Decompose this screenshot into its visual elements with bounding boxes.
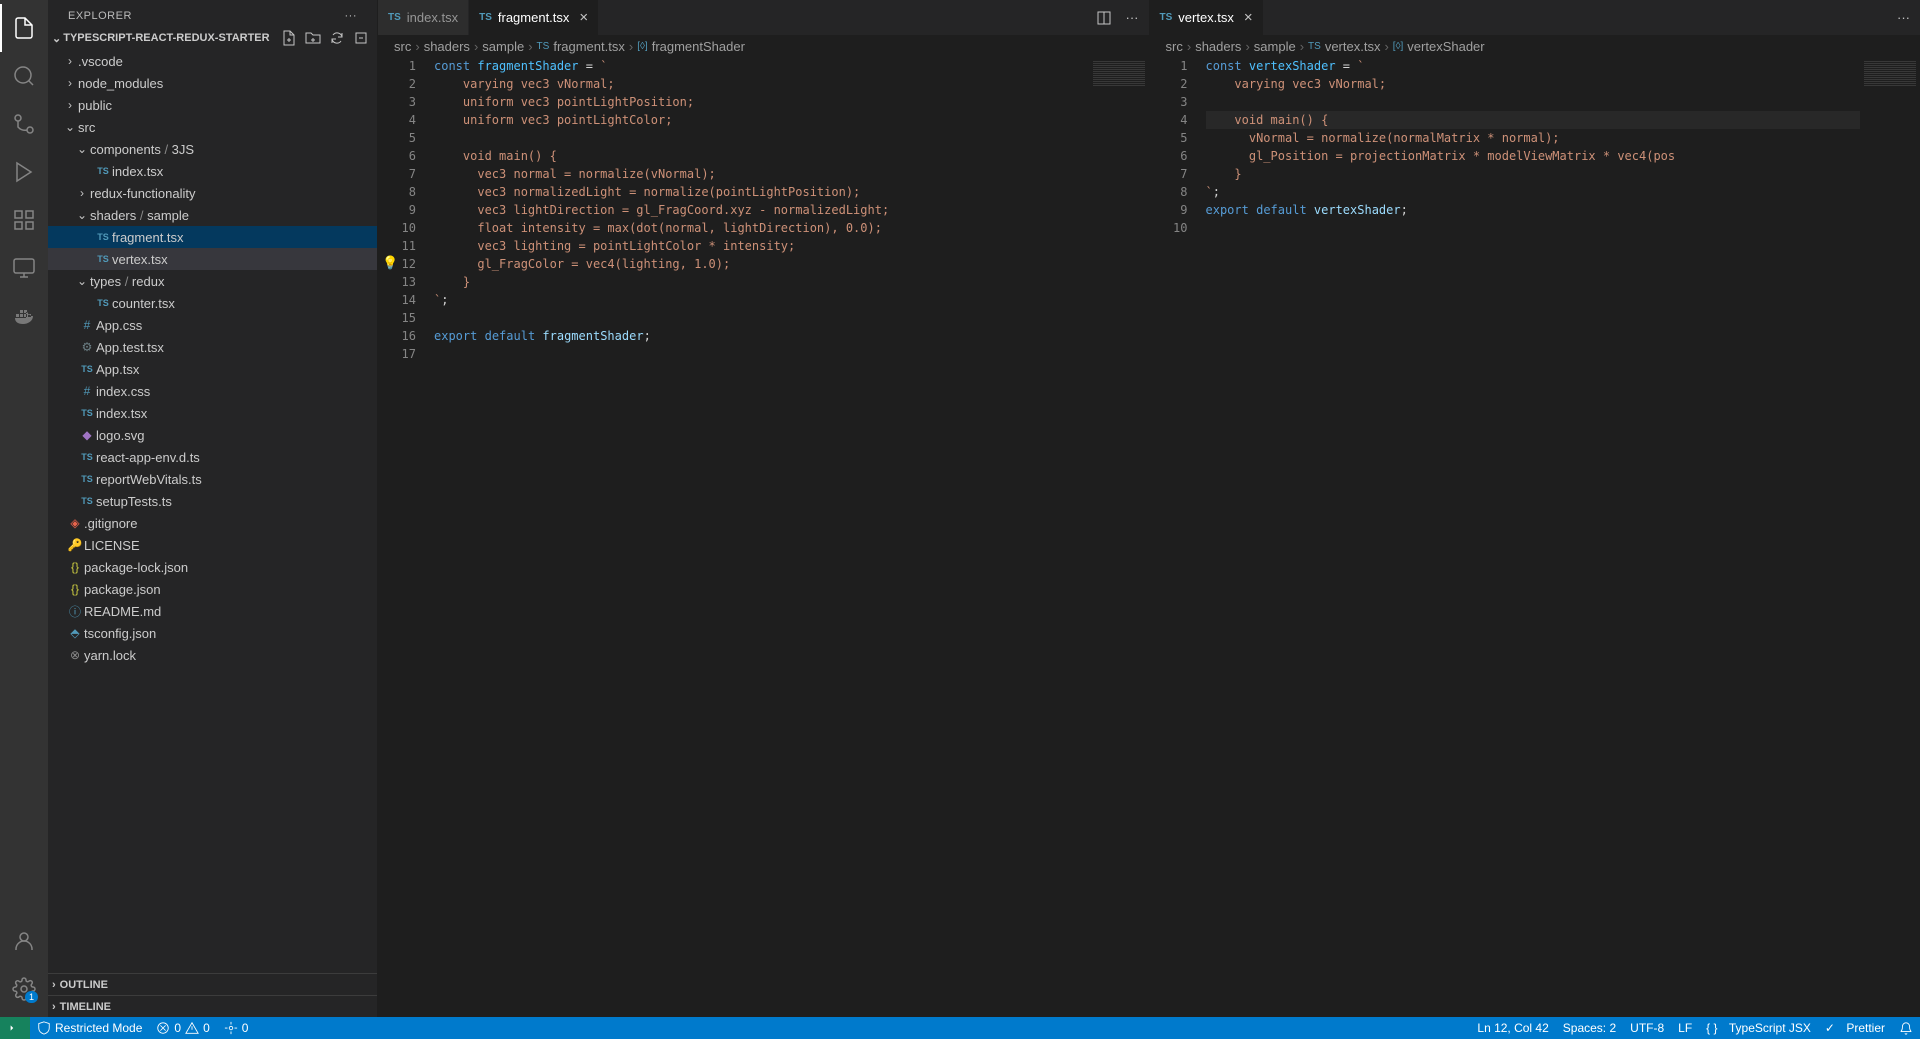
collapse-all-icon[interactable] (353, 30, 369, 46)
sidebar-title: EXPLORER (68, 10, 132, 22)
minimap[interactable] (1089, 57, 1149, 1017)
file-appcss[interactable]: #App.css (48, 314, 377, 336)
file-tree[interactable]: ›.vscode ›node_modules ›public ⌄src ⌄com… (48, 48, 377, 973)
file-setuptests[interactable]: TSsetupTests.ts (48, 490, 377, 512)
file-license[interactable]: 🔑LICENSE (48, 534, 377, 556)
outline-section[interactable]: ›OUTLINE (48, 973, 377, 995)
prettier[interactable]: ✓ Prettier (1818, 1017, 1892, 1039)
ts-icon: TS (388, 12, 401, 23)
file-pkglock[interactable]: {}package-lock.json (48, 556, 377, 578)
minimap[interactable] (1860, 57, 1920, 1017)
file-comp-index[interactable]: TSindex.tsx (48, 160, 377, 182)
more-icon[interactable]: ··· (1126, 10, 1139, 25)
folder-vscode[interactable]: ›.vscode (48, 50, 377, 72)
editor-group-right: TS vertex.tsx × ··· src› shaders› sample… (1150, 0, 1920, 1017)
restricted-mode[interactable]: Restricted Mode (30, 1017, 149, 1039)
file-logosvg[interactable]: ◆logo.svg (48, 424, 377, 446)
lightbulb-icon[interactable]: 💡 (382, 255, 398, 271)
remote-indicator[interactable] (0, 1017, 30, 1039)
sidebar-more-icon[interactable]: ··· (345, 10, 358, 22)
tabs-right: TS vertex.tsx × ··· (1150, 0, 1920, 35)
eol[interactable]: LF (1671, 1017, 1699, 1039)
run-debug-icon[interactable] (0, 148, 48, 196)
editor-group-left: TS index.tsx TS fragment.tsx × ··· src› … (378, 0, 1150, 1017)
split-editor-icon[interactable] (1096, 10, 1112, 26)
problems[interactable]: 0 0 (149, 1017, 216, 1039)
file-pkg[interactable]: {}package.json (48, 578, 377, 600)
folder-types[interactable]: ⌄types / redux (48, 270, 377, 292)
indentation[interactable]: Spaces: 2 (1556, 1017, 1623, 1039)
file-indexcss[interactable]: #index.css (48, 380, 377, 402)
language-mode[interactable]: { } TypeScript JSX (1699, 1017, 1818, 1039)
file-vertex[interactable]: TSvertex.tsx (48, 248, 377, 270)
more-icon[interactable]: ··· (1897, 10, 1910, 25)
tab-label: index.tsx (407, 10, 458, 25)
tab-label: vertex.tsx (1178, 10, 1234, 25)
breadcrumbs-right[interactable]: src› shaders› sample› TS vertex.tsx› [◊]… (1150, 35, 1920, 57)
folder-node-modules[interactable]: ›node_modules (48, 72, 377, 94)
file-yarn[interactable]: ⊗yarn.lock (48, 644, 377, 666)
new-folder-icon[interactable] (305, 30, 321, 46)
line-gutter: 1234567891011121314151617 (378, 57, 434, 1017)
activity-bar: 1 (0, 0, 48, 1017)
notifications-icon[interactable] (1892, 1017, 1920, 1039)
search-icon[interactable] (0, 52, 48, 100)
tab-index[interactable]: TS index.tsx (378, 0, 469, 35)
refresh-icon[interactable] (329, 30, 345, 46)
ts-icon: TS (1160, 12, 1173, 23)
file-reportweb[interactable]: TSreportWebVitals.ts (48, 468, 377, 490)
settings-badge: 1 (25, 991, 38, 1003)
breadcrumbs-left[interactable]: src› shaders› sample› TS fragment.tsx› [… (378, 35, 1149, 57)
ts-icon: TS (479, 12, 492, 23)
file-counter[interactable]: TScounter.tsx (48, 292, 377, 314)
close-icon[interactable]: × (579, 9, 588, 26)
file-gitignore[interactable]: ◈.gitignore (48, 512, 377, 534)
tab-label: fragment.tsx (498, 10, 570, 25)
file-indextsx[interactable]: TSindex.tsx (48, 402, 377, 424)
project-name: TYPESCRIPT-REACT-REDUX-STARTER (63, 32, 269, 44)
editor-groups: TS index.tsx TS fragment.tsx × ··· src› … (378, 0, 1920, 1017)
new-file-icon[interactable] (281, 30, 297, 46)
tabs-left: TS index.tsx TS fragment.tsx × ··· (378, 0, 1149, 35)
explorer-sidebar: EXPLORER ··· ⌄ TYPESCRIPT-REACT-REDUX-ST… (48, 0, 378, 1017)
file-fragment[interactable]: TSfragment.tsx (48, 226, 377, 248)
cursor-position[interactable]: Ln 12, Col 42 (1470, 1017, 1555, 1039)
folder-redux-func[interactable]: ›redux-functionality (48, 182, 377, 204)
folder-shaders[interactable]: ⌄shaders / sample (48, 204, 377, 226)
extensions-icon[interactable] (0, 196, 48, 244)
tab-fragment[interactable]: TS fragment.tsx × (469, 0, 599, 35)
file-tsconfig[interactable]: ⬘tsconfig.json (48, 622, 377, 644)
chevron-down-icon: ⌄ (52, 32, 61, 45)
file-readme[interactable]: ⓘREADME.md (48, 600, 377, 622)
close-icon[interactable]: × (1244, 9, 1253, 26)
status-bar: Restricted Mode 0 0 0 Ln 12, Col 42 Spac… (0, 1017, 1920, 1039)
line-gutter: 12345678910 (1150, 57, 1206, 1017)
file-apptest[interactable]: ⚙App.test.tsx (48, 336, 377, 358)
code-editor-right[interactable]: 12345678910 const vertexShader = ` varyi… (1150, 57, 1920, 1017)
file-reactenv[interactable]: TSreact-app-env.d.ts (48, 446, 377, 468)
ports[interactable]: 0 (217, 1017, 256, 1039)
file-apptsx[interactable]: TSApp.tsx (48, 358, 377, 380)
folder-src[interactable]: ⌄src (48, 116, 377, 138)
timeline-section[interactable]: ›TIMELINE (48, 995, 377, 1017)
settings-gear-icon[interactable]: 1 (0, 965, 48, 1013)
folder-components[interactable]: ⌄components / 3JS (48, 138, 377, 160)
folder-public[interactable]: ›public (48, 94, 377, 116)
project-header[interactable]: ⌄ TYPESCRIPT-REACT-REDUX-STARTER (48, 28, 377, 48)
remote-explorer-icon[interactable] (0, 244, 48, 292)
tab-vertex[interactable]: TS vertex.tsx × (1150, 0, 1264, 35)
source-control-icon[interactable] (0, 100, 48, 148)
explorer-icon[interactable] (0, 4, 48, 52)
docker-icon[interactable] (0, 292, 48, 340)
encoding[interactable]: UTF-8 (1623, 1017, 1671, 1039)
accounts-icon[interactable] (0, 917, 48, 965)
code-editor-left[interactable]: 1234567891011121314151617 const fragment… (378, 57, 1149, 1017)
